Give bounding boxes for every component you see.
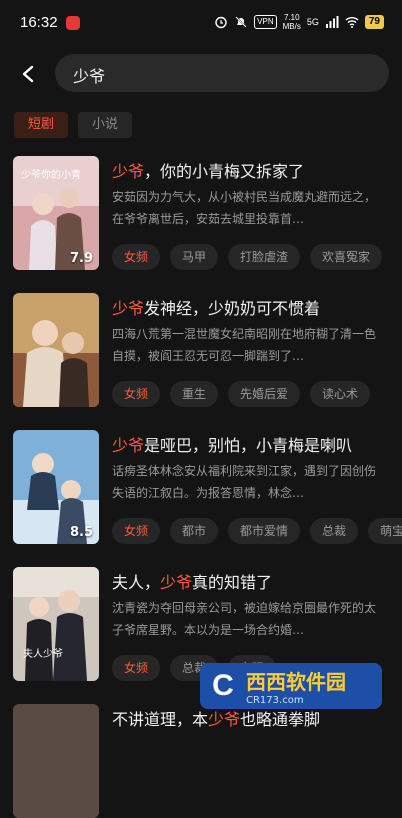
- title-rest: 是哑巴，别怕，小青梅是喇叭: [144, 436, 353, 455]
- status-time: 16:32: [20, 14, 58, 31]
- tag[interactable]: 女频: [112, 518, 161, 544]
- signal-icon: [325, 16, 339, 28]
- highlight: 少爷: [112, 162, 145, 181]
- result-title: 夫人，少爷真的知错了: [112, 569, 394, 593]
- result-item[interactable]: 少爷你的小青 7.9 少爷，你的小青梅又拆家了 安茹因为力气大，从小被村民当成魔…: [0, 150, 402, 270]
- rating: 8.5: [69, 525, 93, 540]
- wifi-icon: [345, 17, 359, 28]
- result-description: 四海八荒第一混世魔女纪南昭刚在地府糊了清一色自摸，被阎王忍无可忍一脚踹到了…: [112, 327, 377, 363]
- result-title: 少爷发神经，少奶奶可不惯着: [112, 295, 394, 319]
- result-title: 少爷是哑巴，别怕，小青梅是喇叭: [112, 432, 394, 456]
- search-query: 少爷: [73, 67, 106, 86]
- svg-text:少爷你的小青: 少爷你的小青: [21, 168, 81, 181]
- chevron-left-icon: [22, 65, 34, 83]
- status-bar: 16:32 VPN 7.10 MB/s 5G 79: [0, 0, 402, 44]
- mute-icon: [235, 16, 247, 28]
- result-description: 话痨圣体林念安从福利院来到江家，遇到了因创伤失语的江叙白。为报答恩情，林念…: [112, 464, 377, 500]
- rate-unit: MB/s: [282, 22, 301, 31]
- title-rest: 真的知错了: [192, 573, 273, 592]
- title-prefix: 夫人，: [112, 573, 161, 592]
- alarm-icon: [215, 16, 227, 29]
- tab-novel[interactable]: 小说: [78, 112, 133, 138]
- title-rest: 发神经，少奶奶可不惯着: [144, 299, 321, 318]
- network-rate: 7.10 MB/s: [283, 13, 301, 31]
- highlight: 少爷: [160, 573, 193, 592]
- tag[interactable]: 重生: [170, 381, 219, 407]
- rating: 7.9: [69, 251, 93, 266]
- tag[interactable]: 女频: [112, 655, 161, 681]
- tag-list: 女频 马甲 打脸虐渣 欢喜冤家: [112, 244, 383, 270]
- title-rest: ，你的小青梅又拆家了: [144, 162, 305, 181]
- status-icons: VPN 7.10 MB/s 5G 79: [214, 13, 384, 31]
- tag[interactable]: 读心术: [310, 381, 371, 407]
- highlight: 少爷: [112, 436, 145, 455]
- result-item[interactable]: 不讲道理，本少爷也略通拳脚: [0, 698, 402, 818]
- cover-image: 夫人少爷: [13, 567, 99, 681]
- cover-image: 8.5: [13, 430, 99, 544]
- highlight: 少爷: [112, 299, 145, 318]
- tag[interactable]: 女频: [112, 381, 161, 407]
- tag[interactable]: 打脸虐渣: [228, 244, 301, 270]
- highlight: 少爷: [208, 710, 241, 729]
- tag[interactable]: 都市: [170, 518, 219, 544]
- result-title: 不讲道理，本少爷也略通拳脚: [112, 706, 394, 730]
- title-rest: 也略通拳脚: [240, 710, 321, 729]
- result-item[interactable]: 8.5 少爷是哑巴，别怕，小青梅是喇叭 话痨圣体林念安从福利院来到江家，遇到了因…: [0, 424, 402, 544]
- cover-image: 少爷你的小青 7.9: [13, 156, 99, 270]
- tag[interactable]: 先婚后爱: [228, 381, 301, 407]
- title-prefix: 不讲道理，本: [112, 710, 209, 729]
- battery-indicator: 79: [364, 15, 384, 29]
- watermark-logo: C 西西软件园 CR173.com: [200, 663, 382, 709]
- watermark-letter: C: [212, 669, 234, 702]
- category-tabs: 短剧 小说: [14, 112, 133, 138]
- tag[interactable]: 萌宝: [368, 518, 402, 544]
- vpn-badge: VPN: [254, 15, 277, 29]
- search-row: 少爷: [0, 54, 402, 94]
- result-description: 沈青瓷为夺回母亲公司，被迫嫁给京圈最作死的太子爷席星野。本以为是一场合约婚…: [112, 601, 377, 637]
- result-description: 安茹因为力气大，从小被村民当成魔丸避而远之，在爷爷离世后，安茹去城里投靠首…: [112, 190, 377, 226]
- tag-list: 女频 都市 都市爱情 总裁 萌宝: [112, 518, 402, 544]
- svg-text:夫人少爷: 夫人少爷: [23, 647, 63, 660]
- tag[interactable]: 欢喜冤家: [310, 244, 383, 270]
- tag[interactable]: 总裁: [310, 518, 359, 544]
- result-item[interactable]: 少爷发神经，少奶奶可不惯着 四海八荒第一混世魔女纪南昭刚在地府糊了清一色自摸，被…: [0, 287, 402, 407]
- tab-short-drama[interactable]: 短剧: [14, 112, 69, 138]
- tag[interactable]: 都市爱情: [228, 518, 301, 544]
- rate-value: 7.10: [283, 13, 300, 22]
- search-input[interactable]: 少爷: [55, 54, 389, 92]
- watermark-sub: CR173.com: [246, 695, 304, 706]
- network-type: 5G: [306, 17, 319, 27]
- cover-image: [13, 704, 99, 818]
- result-title: 少爷，你的小青梅又拆家了: [112, 158, 394, 182]
- tag[interactable]: 女频: [112, 244, 161, 270]
- back-button[interactable]: [14, 60, 42, 88]
- tag[interactable]: 马甲: [170, 244, 219, 270]
- cover-image: [13, 293, 99, 407]
- app-notification-icon: [66, 16, 80, 30]
- watermark-main: 西西软件园: [246, 670, 346, 694]
- tag-list: 女频 重生 先婚后爱 读心术: [112, 381, 371, 407]
